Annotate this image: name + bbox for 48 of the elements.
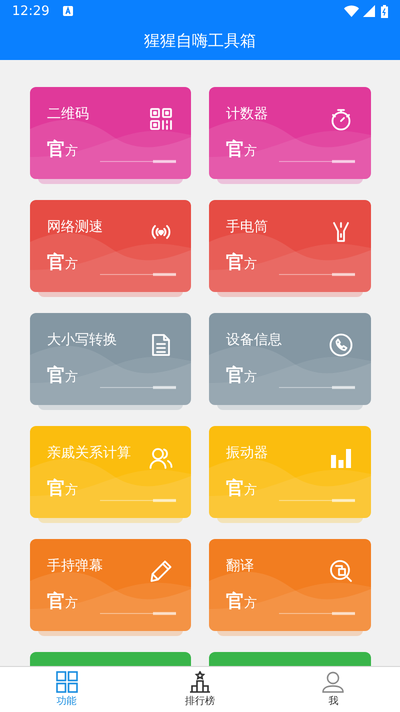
card-title: 振动器 [226, 444, 268, 462]
card-title: 计数器 [226, 105, 268, 123]
people-icon [149, 446, 173, 470]
card-title: 手持弹幕 [47, 557, 103, 575]
tool-card[interactable]: 大小写转换 官方 [30, 313, 191, 405]
official-label: 官方 [47, 590, 78, 613]
official-label: 官方 [47, 138, 78, 161]
official-label: 官方 [47, 477, 78, 500]
official-label: 官方 [47, 364, 78, 387]
stopwatch-icon [329, 107, 353, 131]
wifi-icon [344, 5, 359, 17]
tool-card[interactable]: 二维码 官方 [30, 87, 191, 179]
card-title: 二维码 [47, 105, 89, 123]
person-icon [322, 671, 344, 693]
app-title: 猩猩自嗨工具箱 [144, 30, 256, 52]
official-label: 官方 [226, 138, 257, 161]
official-label: 官方 [226, 590, 257, 613]
tool-card[interactable]: 翻译 官方 [209, 539, 371, 631]
official-label: 官方 [226, 477, 257, 500]
nav-tab[interactable]: 我 [266, 667, 400, 712]
bar-chart-icon [329, 446, 353, 470]
nav-tab[interactable]: 功能 [0, 667, 134, 712]
battery-icon [381, 4, 388, 18]
tool-card[interactable]: 计数器 官方 [209, 87, 371, 179]
nav-tab[interactable]: 排行榜 [133, 667, 267, 712]
card-title: 手电筒 [226, 218, 268, 236]
pencil-icon [149, 559, 173, 583]
search-icon [329, 559, 353, 583]
status-time: 12:29 [12, 4, 50, 18]
tool-card[interactable]: 手电筒 官方 [209, 200, 371, 292]
podium-icon [188, 671, 211, 693]
card-title: 网络测速 [47, 218, 103, 236]
official-label: 官方 [226, 251, 257, 274]
grid-icon [56, 671, 78, 693]
card-title: 亲戚关系计算 [47, 444, 131, 462]
official-label: 官方 [47, 251, 78, 274]
tool-card[interactable]: 设备信息 官方 [209, 313, 371, 405]
tool-card[interactable]: 网络测速 官方 [30, 200, 191, 292]
card-title: 大小写转换 [47, 331, 117, 349]
signal-icon [363, 5, 375, 17]
phone-icon [329, 333, 353, 357]
document-icon [149, 333, 173, 357]
notification-icon [63, 6, 74, 16]
tool-card[interactable]: 手持弹幕 官方 [30, 539, 191, 631]
qr-code-icon [149, 107, 173, 131]
official-label: 官方 [226, 364, 257, 387]
card-title: 设备信息 [226, 331, 282, 349]
card-title: 翻译 [226, 557, 254, 575]
